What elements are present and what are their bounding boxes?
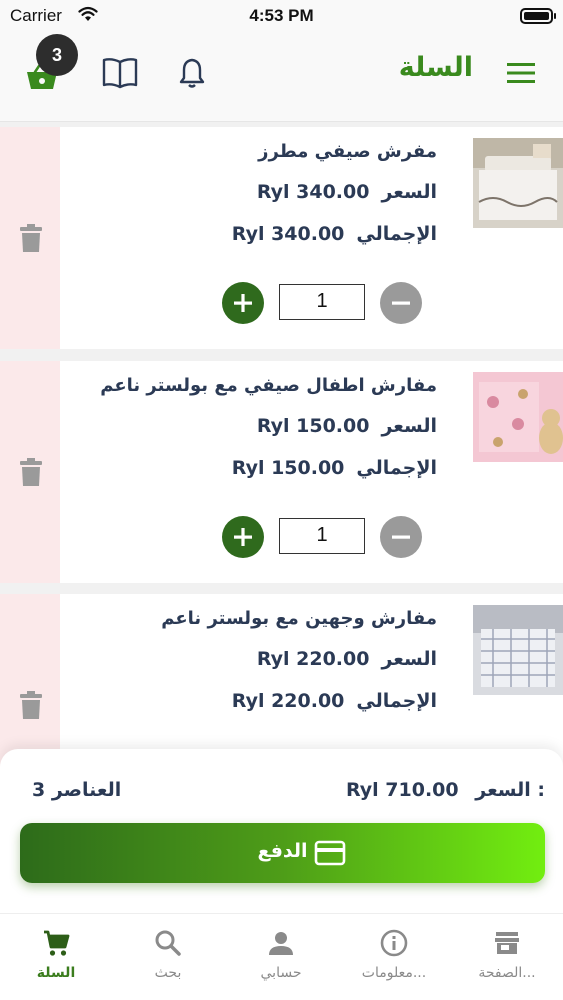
search-icon [155,930,181,956]
increase-quantity-button[interactable] [222,282,264,324]
app-header: 3 السلة [0,34,563,122]
delete-zone[interactable] [0,361,60,583]
pay-button-label: الدفع [257,840,308,862]
price-value: Ryl 150.00 [256,415,370,437]
total-label: الإجمالي [356,690,437,712]
quantity-field[interactable]: 1 [279,284,365,320]
product-image[interactable] [473,138,563,228]
total-value: Ryl 220.00 [231,690,345,712]
price-label: السعر [381,648,437,670]
tab-search[interactable]: بحث [112,928,224,981]
summary-total: : السعر Ryl 710.00 [346,779,545,801]
tab-cart[interactable]: السلة [0,928,112,981]
item-total: الإجمالي Ryl 220.00 [232,690,437,712]
tab-label: الصفحة... [478,965,536,981]
trash-icon[interactable] [18,457,44,487]
book-icon[interactable] [101,56,139,90]
decrease-quantity-button[interactable] [380,282,422,324]
total-label: الإجمالي [356,457,437,479]
item-price: السعر Ryl 150.00 [257,415,437,437]
credit-card-icon [314,840,346,866]
item-name: مفارش وجهين مع بولستر ناعم [161,608,437,629]
tab-label: السلة [36,965,76,981]
summary-price-value: Ryl 710.00 [346,779,459,801]
tab-home[interactable]: الصفحة... [451,928,563,981]
tab-label: معلومات... [361,965,427,981]
cart-summary: العناصر 3 : السعر Ryl 710.00 الدفع [0,749,563,919]
cart-icon [44,930,70,956]
tab-info[interactable]: معلومات... [338,928,450,981]
info-icon [380,929,408,957]
price-value: Ryl 220.00 [256,648,370,670]
cart-item: مفارش اطفال صيفي مع بولستر ناعم السعر Ryl… [0,361,563,583]
price-label: السعر [381,181,437,203]
decrease-quantity-button[interactable] [380,516,422,558]
plus-icon [234,294,252,312]
total-value: Ryl 340.00 [231,223,345,245]
minus-icon [392,301,410,305]
tab-label: بحث [154,965,182,981]
store-icon [495,932,519,954]
product-image[interactable] [473,372,563,462]
price-label: السعر [381,415,437,437]
items-count-value: 3 [32,779,46,801]
minus-icon [392,535,410,539]
plus-icon [234,528,252,546]
tab-account[interactable]: حسابي [225,928,337,981]
quantity-field[interactable]: 1 [279,518,365,554]
summary-price-label: : السعر [475,779,545,801]
item-total: الإجمالي Ryl 150.00 [232,457,437,479]
item-total: الإجمالي Ryl 340.00 [232,223,437,245]
items-count-label: العناصر [51,779,122,801]
cart-item: مفرش صيفي مطرز السعر Ryl 340.00 الإجمالي R… [0,127,563,349]
tab-bar: السلة بحث حسابي معلومات... الصفحة... [0,913,563,1000]
clock: 4:53 PM [249,6,314,25]
items-count: العناصر 3 [16,779,121,801]
total-label: الإجمالي [356,223,437,245]
bell-icon[interactable] [176,56,208,90]
item-name: مفرش صيفي مطرز [258,141,437,162]
price-value: Ryl 340.00 [256,181,370,203]
status-bar: Carrier 4:53 PM [0,0,563,34]
total-value: Ryl 150.00 [231,457,345,479]
trash-icon[interactable] [18,690,44,720]
product-image[interactable] [473,605,563,695]
delete-zone[interactable] [0,127,60,349]
page-title: السلة [398,52,473,83]
trash-icon[interactable] [18,223,44,253]
battery-icon [520,8,556,24]
item-price: السعر Ryl 340.00 [257,181,437,203]
cart-count-badge: 3 [36,34,78,76]
person-icon [269,932,293,955]
item-price: السعر Ryl 220.00 [257,648,437,670]
pay-button[interactable]: الدفع [20,823,545,883]
item-name: مفارش اطفال صيفي مع بولستر ناعم [100,375,437,396]
increase-quantity-button[interactable] [222,516,264,558]
hamburger-menu-icon[interactable] [507,62,535,84]
tab-label: حسابي [260,965,302,981]
